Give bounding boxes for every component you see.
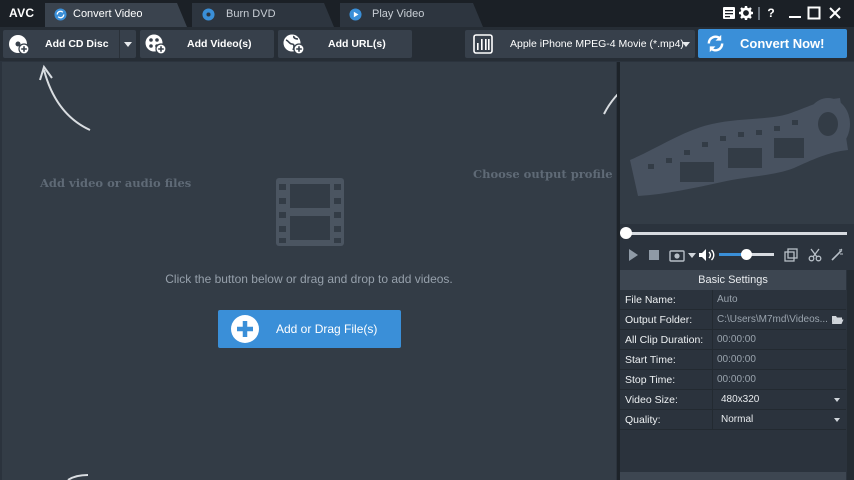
clip-duration-field: 00:00:00 xyxy=(712,330,846,349)
disc-icon xyxy=(202,8,215,21)
volume-handle[interactable] xyxy=(741,249,752,260)
setting-value: 480x320 xyxy=(721,394,760,405)
app-brand: AVC xyxy=(9,6,35,20)
add-url-button[interactable]: Add URL(s) xyxy=(278,30,412,58)
settings-title: Basic Settings xyxy=(620,270,846,290)
minimize-icon[interactable] xyxy=(786,4,804,22)
setting-value: 00:00:00 xyxy=(717,374,756,385)
setting-label: Start Time: xyxy=(625,354,676,366)
setting-clip-duration: All Clip Duration: 00:00:00 xyxy=(620,330,846,350)
register-icon[interactable] xyxy=(720,4,738,22)
split-divider xyxy=(119,30,120,58)
folder-open-icon[interactable] xyxy=(831,315,844,325)
convert-refresh-icon xyxy=(707,34,724,53)
add-url-label: Add URL(s) xyxy=(328,38,386,50)
maximize-icon[interactable] xyxy=(805,4,823,22)
chevron-down-icon xyxy=(682,42,690,47)
plus-circle-icon xyxy=(231,315,259,343)
chevron-down-icon[interactable] xyxy=(124,42,132,47)
hint-arrow-left-icon xyxy=(39,64,91,131)
hint-add-files: Add video or audio files xyxy=(40,176,192,190)
film-reel-icon xyxy=(630,98,850,196)
video-size-select[interactable]: 480x320 xyxy=(712,390,846,409)
add-videos-label: Add Video(s) xyxy=(187,38,252,50)
video-preview xyxy=(620,62,854,224)
tab-burn-dvd[interactable]: Burn DVD xyxy=(192,3,334,27)
volume-icon[interactable] xyxy=(698,248,716,262)
add-cd-disc-label: Add CD Disc xyxy=(45,38,109,50)
tab-play-video[interactable]: Play Video xyxy=(340,3,483,27)
video-options-header[interactable] xyxy=(620,472,846,480)
help-button[interactable]: ? xyxy=(762,4,780,22)
setting-value: C:\Users\M7md\Videos... xyxy=(717,314,828,325)
setting-output-folder: Output Folder: C:\Users\M7md\Videos... xyxy=(620,310,846,330)
setting-video-size: Video Size: 480x320 xyxy=(620,390,846,410)
output-profile-label: Apple iPhone MPEG-4 Movie (*.mp4) xyxy=(510,38,684,50)
play-icon[interactable] xyxy=(626,248,640,262)
quality-select[interactable]: Normal xyxy=(712,410,846,429)
output-profile-select[interactable]: Apple iPhone MPEG-4 Movie (*.mp4) xyxy=(465,30,695,58)
setting-quality: Quality: Normal xyxy=(620,410,846,430)
setting-value: 00:00:00 xyxy=(717,354,756,365)
chevron-down-icon xyxy=(834,418,840,422)
setting-stop-time: Stop Time: 00:00:00 xyxy=(620,370,846,390)
refresh-icon xyxy=(54,8,67,21)
effects-wand-icon[interactable] xyxy=(830,248,844,262)
scissors-icon[interactable] xyxy=(808,248,822,262)
add-cd-disc-button[interactable]: Add CD Disc xyxy=(3,30,136,58)
setting-value: Normal xyxy=(721,414,754,425)
convert-now-button[interactable]: Convert Now! xyxy=(698,29,847,58)
convert-now-label: Convert Now! xyxy=(740,36,825,51)
tab-label: Burn DVD xyxy=(226,8,276,20)
setting-label: All Clip Duration: xyxy=(625,334,704,346)
setting-label: Quality: xyxy=(625,414,661,426)
add-or-drag-files-label: Add or Drag File(s) xyxy=(276,322,378,336)
globe-add-icon xyxy=(283,34,304,55)
file-name-field[interactable]: Auto xyxy=(712,290,846,309)
snapshot-icon[interactable] xyxy=(669,248,685,262)
film-strip-icon xyxy=(276,178,344,246)
setting-file-name: File Name: Auto xyxy=(620,290,846,310)
tab-label: Convert Video xyxy=(73,8,143,20)
seek-handle[interactable] xyxy=(620,227,632,239)
play-circle-icon xyxy=(349,8,362,21)
add-disc-icon xyxy=(9,35,29,55)
output-folder-field[interactable]: C:\Users\M7md\Videos... xyxy=(712,310,846,329)
chevron-down-icon xyxy=(834,398,840,402)
setting-label: Stop Time: xyxy=(625,374,676,386)
gear-icon[interactable] xyxy=(737,4,755,22)
setting-label: Video Size: xyxy=(625,394,678,406)
title-bar: AVC Convert Video Burn DVD Play Video ? xyxy=(0,0,854,27)
close-icon[interactable] xyxy=(826,4,844,22)
seek-bar[interactable] xyxy=(621,232,847,235)
separator xyxy=(758,7,760,20)
profile-all-icon xyxy=(473,34,493,54)
crop-icon[interactable] xyxy=(784,248,798,262)
setting-label: File Name: xyxy=(625,294,676,306)
tab-label: Play Video xyxy=(372,8,425,20)
add-or-drag-files-button[interactable]: Add or Drag File(s) xyxy=(218,310,401,348)
setting-label: Output Folder: xyxy=(625,314,693,326)
add-video-icon xyxy=(145,34,166,55)
add-videos-button[interactable]: Add Video(s) xyxy=(140,30,274,58)
settings-scrollbar[interactable] xyxy=(847,270,854,480)
drop-instruction: Click the button below or drag and drop … xyxy=(165,272,453,286)
setting-value: 00:00:00 xyxy=(717,334,756,345)
hint-arrow-bottom-icon xyxy=(67,474,89,480)
stop-icon[interactable] xyxy=(647,248,661,262)
tab-convert-video[interactable]: Convert Video xyxy=(45,3,187,27)
start-time-field[interactable]: 00:00:00 xyxy=(712,350,846,369)
setting-value: Auto xyxy=(717,294,738,305)
chevron-down-icon[interactable] xyxy=(688,253,696,258)
setting-start-time: Start Time: 00:00:00 xyxy=(620,350,846,370)
stop-time-field[interactable]: 00:00:00 xyxy=(712,370,846,389)
